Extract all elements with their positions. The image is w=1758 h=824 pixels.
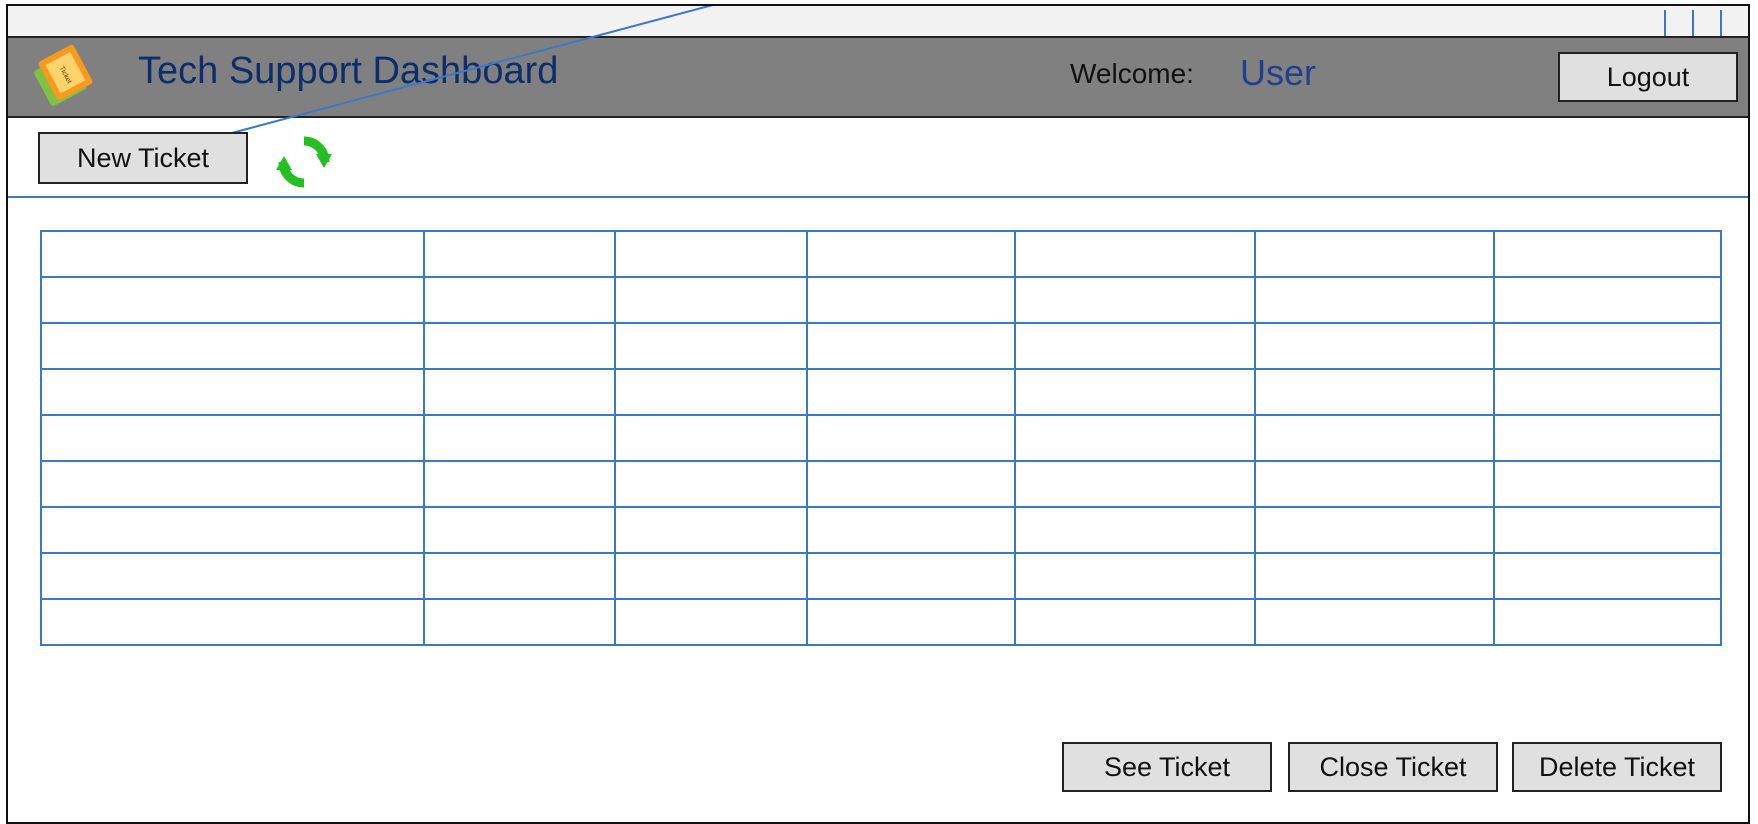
- table-cell: [806, 460, 1016, 508]
- table-row[interactable]: [40, 414, 1722, 462]
- table-row[interactable]: [40, 276, 1722, 324]
- window-top-strip: [8, 6, 1748, 38]
- welcome-label: Welcome:: [1070, 58, 1194, 89]
- ticket-logo-icon: Ticket: [34, 44, 93, 106]
- table-cell: [40, 322, 425, 370]
- table-cell: [806, 368, 1016, 416]
- table-cell: [806, 276, 1016, 324]
- table-cell: [614, 598, 809, 646]
- table-cell: [806, 506, 1016, 554]
- app-title: Tech Support Dashboard: [138, 50, 559, 92]
- table-cell: [806, 322, 1016, 370]
- table-cell: [1253, 276, 1496, 324]
- table-cell: [1493, 276, 1722, 324]
- table-cell: [614, 230, 809, 278]
- table-row[interactable]: [40, 230, 1722, 278]
- table-cell: [40, 552, 425, 600]
- window-divider: [1720, 10, 1722, 38]
- table-cell: [40, 506, 425, 554]
- logout-button[interactable]: Logout: [1558, 52, 1738, 102]
- table-cell: [1493, 506, 1722, 554]
- table-cell: [422, 506, 617, 554]
- table-cell: [806, 598, 1016, 646]
- table-cell: [1493, 230, 1722, 278]
- table-row[interactable]: [40, 552, 1722, 600]
- table-cell: [422, 414, 617, 462]
- close-ticket-button[interactable]: Close Ticket: [1288, 742, 1498, 792]
- table-cell: [1253, 368, 1496, 416]
- table-cell: [422, 552, 617, 600]
- table-cell: [1013, 460, 1256, 508]
- table-cell: [614, 322, 809, 370]
- table-cell: [1013, 598, 1256, 646]
- table-cell: [40, 414, 425, 462]
- table-cell: [1013, 552, 1256, 600]
- table-cell: [1493, 414, 1722, 462]
- table-cell: [1493, 322, 1722, 370]
- table-cell: [1013, 506, 1256, 554]
- table-cell: [422, 230, 617, 278]
- user-name: User: [1240, 52, 1317, 93]
- table-cell: [40, 276, 425, 324]
- toolbar-divider: [8, 196, 1748, 198]
- window-divider: [1692, 10, 1694, 38]
- table-row[interactable]: [40, 506, 1722, 554]
- table-row[interactable]: [40, 322, 1722, 370]
- tickets-table: [40, 230, 1722, 646]
- table-row[interactable]: [40, 460, 1722, 508]
- table-cell: [614, 460, 809, 508]
- table-cell: [1493, 598, 1722, 646]
- table-row[interactable]: [40, 598, 1722, 646]
- table-cell: [614, 414, 809, 462]
- table-cell: [1493, 460, 1722, 508]
- table-cell: [422, 460, 617, 508]
- delete-ticket-button[interactable]: Delete Ticket: [1512, 742, 1722, 792]
- table-cell: [40, 460, 425, 508]
- table-cell: [806, 552, 1016, 600]
- table-cell: [1253, 322, 1496, 370]
- table-cell: [1493, 368, 1722, 416]
- refresh-icon[interactable]: [274, 134, 334, 190]
- table-cell: [614, 506, 809, 554]
- table-cell: [1013, 368, 1256, 416]
- table-cell: [614, 552, 809, 600]
- table-cell: [40, 598, 425, 646]
- window-divider: [1664, 10, 1666, 38]
- app-window: Ticket Tech Support Dashboard Welcome: U…: [6, 4, 1750, 824]
- table-cell: [1253, 598, 1496, 646]
- new-ticket-button[interactable]: New Ticket: [38, 132, 248, 184]
- table-cell: [1013, 414, 1256, 462]
- table-cell: [40, 368, 425, 416]
- table-cell: [1013, 230, 1256, 278]
- table-cell: [422, 598, 617, 646]
- table-cell: [1493, 552, 1722, 600]
- table-cell: [422, 276, 617, 324]
- table-cell: [1013, 276, 1256, 324]
- header-bar: Ticket Tech Support Dashboard Welcome: U…: [8, 36, 1748, 118]
- table-cell: [1253, 506, 1496, 554]
- table-cell: [1253, 460, 1496, 508]
- table-cell: [422, 368, 617, 416]
- table-cell: [614, 276, 809, 324]
- table-cell: [40, 230, 425, 278]
- table-cell: [614, 368, 809, 416]
- table-cell: [806, 230, 1016, 278]
- table-cell: [806, 414, 1016, 462]
- table-cell: [1253, 552, 1496, 600]
- table-cell: [1013, 322, 1256, 370]
- table-cell: [1253, 414, 1496, 462]
- table-cell: [422, 322, 617, 370]
- see-ticket-button[interactable]: See Ticket: [1062, 742, 1272, 792]
- table-cell: [1253, 230, 1496, 278]
- table-row[interactable]: [40, 368, 1722, 416]
